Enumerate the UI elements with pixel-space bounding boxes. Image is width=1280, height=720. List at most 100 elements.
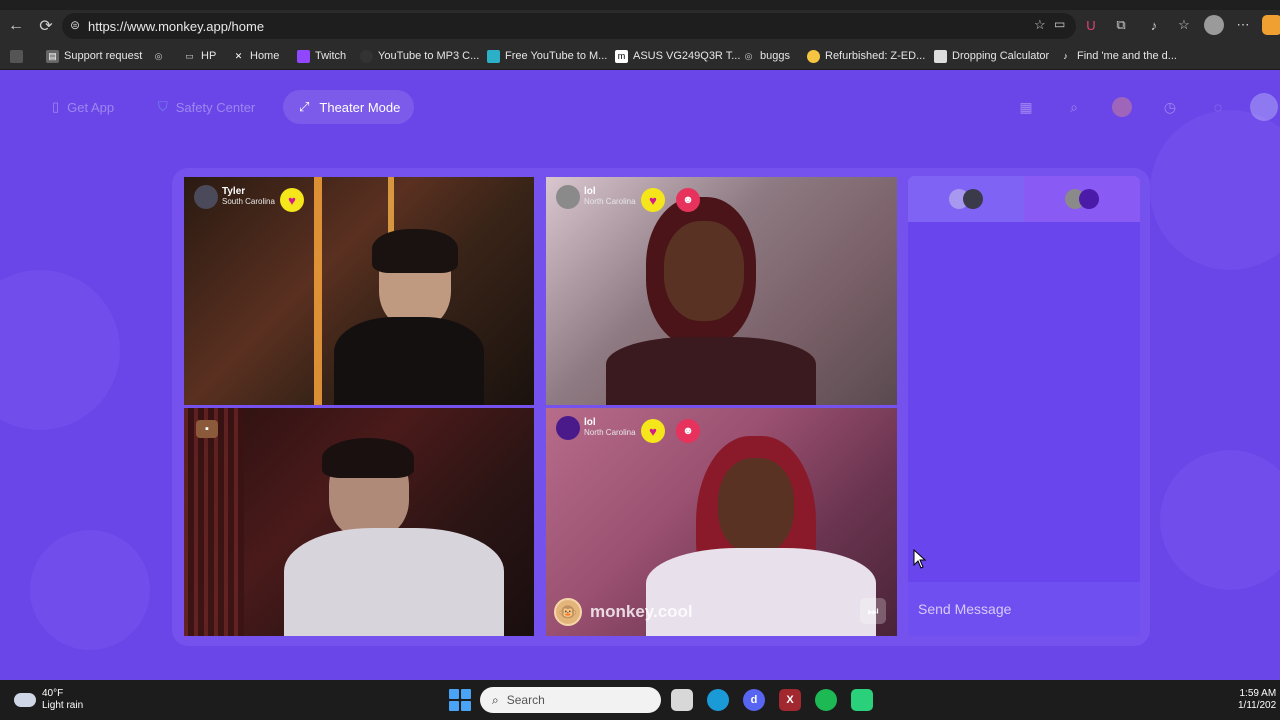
discord-icon[interactable]: d: [743, 689, 765, 711]
taskbar-search[interactable]: ⌕ Search: [480, 687, 661, 713]
copilot-icon[interactable]: [1262, 15, 1280, 35]
tile-user-label: lol North Carolina: [556, 185, 636, 209]
split-screen-icon[interactable]: ♪: [1144, 15, 1164, 35]
tile-user-label: Tyler South Carolina: [194, 185, 275, 209]
like-heart-button[interactable]: ♥: [641, 419, 665, 443]
messages-icon[interactable]: ◌: [1208, 97, 1228, 117]
system-clock[interactable]: 1:59 AM 1/11/202: [1238, 688, 1276, 712]
bookmark-free-youtube[interactable]: Free YouTube to M...: [487, 48, 607, 64]
skip-button[interactable]: ⏭: [860, 598, 886, 624]
theater-mode-button[interactable]: ⤢ Theater Mode: [283, 90, 414, 124]
ytm-icon: [487, 49, 500, 63]
user-name: lol: [584, 186, 596, 197]
tab-strip: [0, 0, 1280, 10]
cloud-rain-icon: [14, 693, 36, 707]
bookmark-find[interactable]: ♪ Find 'me and the d...: [1059, 48, 1177, 64]
video-tile-2[interactable]: lol North Carolina ♥ ☻: [546, 177, 897, 405]
avatar: [1079, 189, 1099, 209]
bookmark-buggs[interactable]: ◎ buggs: [742, 48, 790, 64]
url-text: https://www.monkey.app/home: [88, 18, 265, 34]
globe-icon: ◎: [744, 50, 753, 61]
calculator-icon: [934, 49, 947, 63]
avatar: [556, 416, 580, 440]
shield-icon: ⛉: [158, 99, 168, 114]
bookmark-globe[interactable]: ◎: [152, 48, 170, 64]
search-icon: ⌕: [492, 692, 499, 707]
file-explorer-icon[interactable]: [671, 689, 693, 711]
profile-avatar[interactable]: [1204, 15, 1224, 35]
bookmark-youtube-mp3[interactable]: YouTube to MP3 C...: [360, 48, 479, 64]
egg-icon: [807, 49, 820, 63]
asus-icon: m: [615, 49, 628, 63]
globe-icon: ◎: [154, 50, 163, 61]
address-bar[interactable]: ⊜ https://www.monkey.app/home ☆ ▭: [62, 13, 1076, 39]
twitch-icon: [297, 49, 310, 63]
safety-center-button[interactable]: ⛉ Safety Center: [158, 90, 255, 124]
temperature: 40°F: [42, 688, 64, 699]
extensions-icon[interactable]: ⧉: [1111, 15, 1131, 35]
like-heart-button[interactable]: ♥: [280, 188, 304, 212]
weather-condition: Light rain: [42, 700, 84, 711]
chat-panel: Send Message: [908, 176, 1140, 636]
more-menu-icon[interactable]: ⋯: [1233, 15, 1253, 35]
tiktok-icon: ♪: [1063, 51, 1068, 61]
user-location: South Carolina: [222, 197, 275, 206]
back-button[interactable]: ←: [2, 12, 30, 40]
bookmark-refurbished[interactable]: Refurbished: Z-ED...: [807, 48, 925, 64]
monkey-logo-icon: 🐵: [554, 598, 582, 626]
android-app-icon[interactable]: [851, 689, 873, 711]
bookmark-hp[interactable]: ▭ HP: [183, 48, 216, 64]
chat-tab-group-2[interactable]: [1024, 176, 1140, 222]
friends-avatar-icon[interactable]: [1112, 97, 1132, 117]
clock-date: 1/11/202: [1238, 700, 1277, 711]
spotify-icon[interactable]: [815, 689, 837, 711]
edge-browser-icon[interactable]: [707, 689, 729, 711]
avatar: [556, 185, 580, 209]
bookmark-dropping-calculator[interactable]: Dropping Calculator: [934, 48, 1049, 64]
camera-icon[interactable]: ▭: [1054, 17, 1065, 31]
folder-icon: ▭: [185, 50, 194, 61]
chat-tab-group-1[interactable]: [908, 176, 1024, 222]
reload-button[interactable]: ⟳: [32, 12, 60, 40]
windows-taskbar: 40°F Light rain ⌕ Search d X 1:59 AM 1/1…: [0, 680, 1280, 720]
like-heart-button[interactable]: ♥: [641, 188, 665, 212]
toggle-indicator-icon: ▪: [196, 420, 218, 438]
printer-icon: ▤: [46, 49, 59, 63]
monkey-badge-icon: ☻: [676, 188, 700, 212]
bookmarks-bar: ▤ Support request ◎ ▭ HP ✕ Home Twitch YouT…: [0, 42, 1280, 70]
video-tile-3[interactable]: ▪: [184, 408, 534, 636]
user-name: lol: [584, 417, 596, 428]
bookmark-home[interactable]: ✕ Home: [232, 48, 280, 64]
extension-ublock-icon[interactable]: U: [1081, 15, 1101, 35]
avatar: [963, 189, 983, 209]
user-avatar[interactable]: [1250, 93, 1278, 121]
monkey-app-page: ▯ Get App ⛉ Safety Center ⤢ Theater Mode…: [0, 70, 1280, 680]
monkey-watermark: 🐵 monkey.cool: [554, 598, 693, 626]
bookmark-twitch[interactable]: Twitch: [297, 48, 346, 64]
x-icon: ✕: [234, 50, 243, 61]
video-tile-1[interactable]: Tyler South Carolina ♥: [184, 177, 534, 405]
bookmark-asus[interactable]: m ASUS VG249Q3R T...: [615, 48, 740, 64]
disc-icon: [360, 49, 373, 63]
search-icon[interactable]: ⌕: [1064, 97, 1084, 117]
avatar: [194, 185, 218, 209]
site-info-icon[interactable]: ⊜: [70, 18, 80, 32]
bookmark-support-request[interactable]: ▤ Support request: [46, 48, 142, 64]
get-app-button[interactable]: ▯ Get App: [52, 90, 114, 124]
address-row: ← ⟳ ⊜ https://www.monkey.app/home ☆ ▭ U …: [0, 10, 1280, 42]
favorite-star-icon[interactable]: ☆: [1034, 17, 1046, 33]
mouse-cursor-icon: [913, 549, 927, 569]
clock-time: 1:59 AM: [1239, 688, 1277, 699]
history-icon[interactable]: ◷: [1160, 97, 1180, 117]
weather-widget[interactable]: 40°F Light rain: [14, 688, 83, 712]
tile-user-label: lol North Carolina: [556, 416, 636, 440]
bookmarks-menu-icon[interactable]: [10, 48, 28, 64]
expand-icon: ⤢: [299, 99, 310, 114]
send-message-input[interactable]: Send Message: [908, 582, 1140, 636]
windows-start-icon[interactable]: [449, 689, 471, 711]
phone-icon: ▯: [52, 99, 60, 114]
chat-tabs: [908, 176, 1140, 222]
favorites-icon[interactable]: ☆: [1174, 15, 1194, 35]
shop-icon[interactable]: ▦: [1016, 97, 1036, 117]
app-x-icon[interactable]: X: [779, 689, 801, 711]
